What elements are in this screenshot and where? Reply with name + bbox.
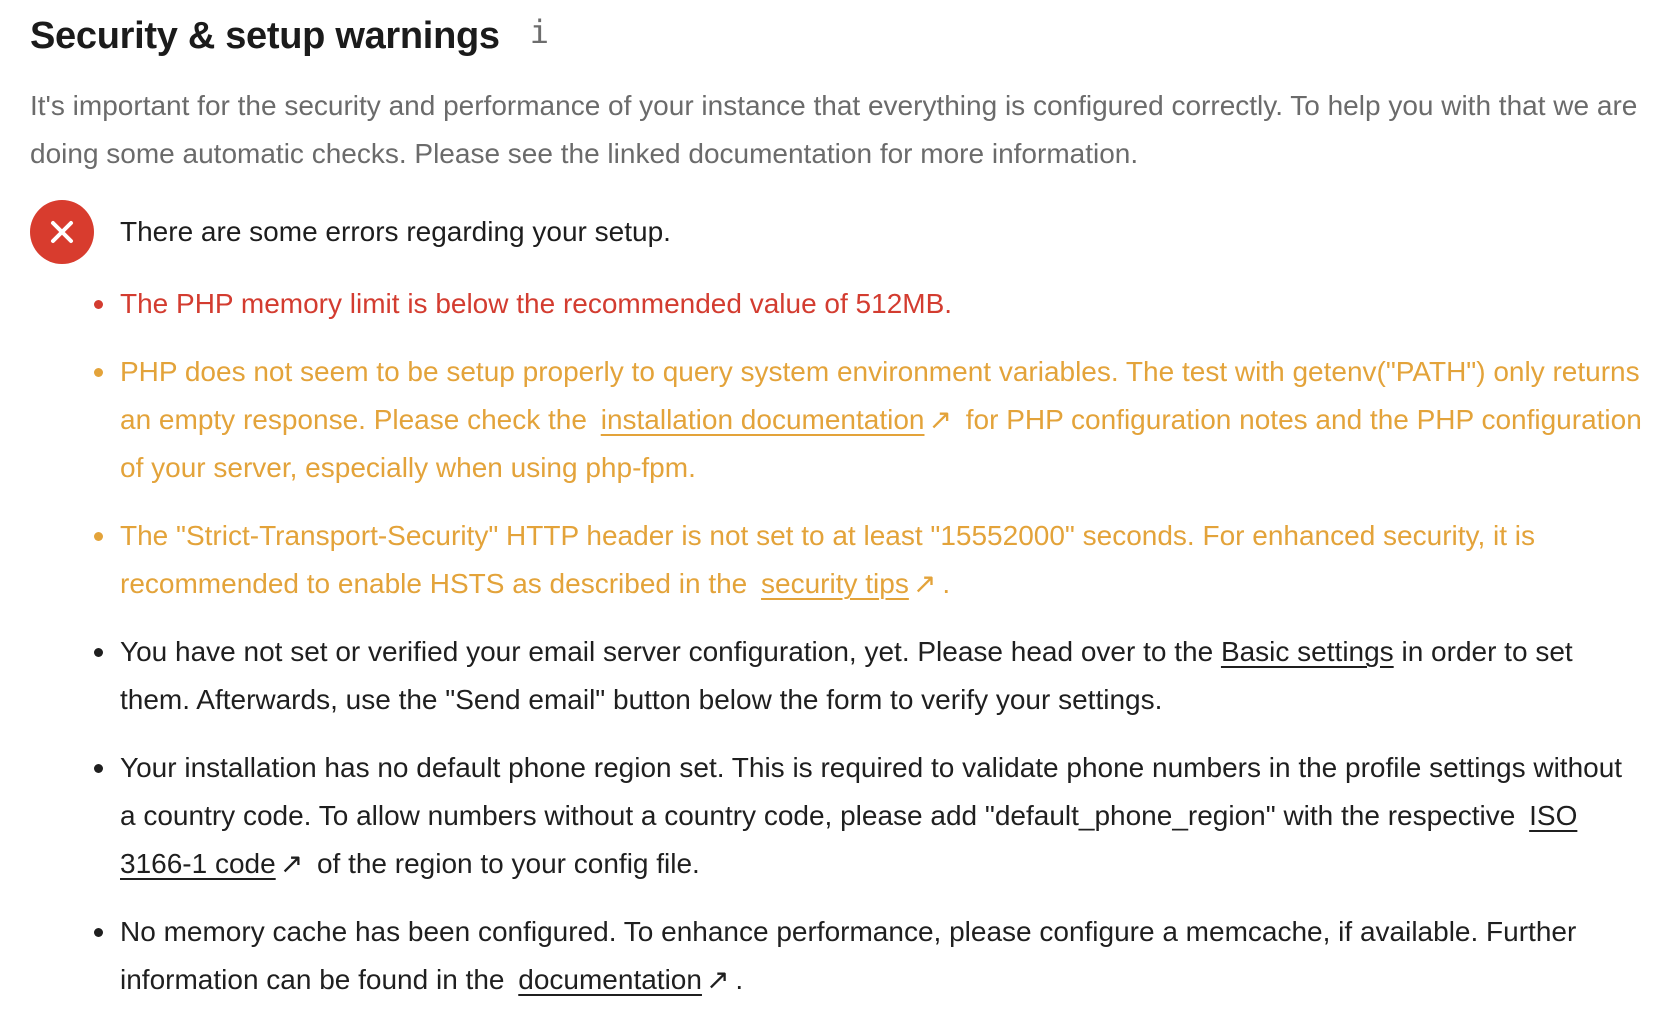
- warning-item-hsts: The "Strict-Transport-Security" HTTP hea…: [94, 512, 1644, 608]
- security-tips-link[interactable]: security tips ↗: [761, 568, 936, 599]
- link-label: security tips: [761, 568, 909, 599]
- security-setup-warnings-section: Security & setup warnings i It's importa…: [0, 0, 1668, 1004]
- external-link-icon: ↗: [912, 568, 937, 599]
- warning-text: .: [942, 568, 951, 599]
- close-icon: [51, 221, 73, 243]
- error-status-icon: [30, 200, 94, 264]
- warning-item-php-memory-limit: The PHP memory limit is below the recomm…: [94, 280, 1644, 328]
- external-link-icon: ↗: [928, 404, 952, 435]
- warning-text: of the region to your config file.: [316, 848, 700, 879]
- warning-text: You have not set or verified your email …: [120, 636, 1214, 667]
- warning-text: Your installation has no default phone r…: [120, 752, 1623, 831]
- external-link-icon: ↗: [279, 848, 304, 879]
- installation-documentation-link[interactable]: installation documentation ↗: [601, 404, 952, 435]
- status-message: There are some errors regarding your set…: [120, 216, 671, 247]
- external-link-icon: ↗: [705, 964, 730, 995]
- warning-text: .: [735, 964, 744, 995]
- section-title: Security & setup warnings: [30, 14, 500, 57]
- warning-item-memory-cache: No memory cache has been configured. To …: [94, 908, 1644, 1004]
- link-label: installation documentation: [600, 404, 925, 435]
- warning-item-php-getenv: PHP does not seem to be setup properly t…: [94, 348, 1644, 492]
- warning-item-phone-region: Your installation has no default phone r…: [94, 744, 1644, 888]
- basic-settings-link[interactable]: Basic settings: [1221, 636, 1394, 667]
- link-label: documentation: [518, 964, 702, 995]
- warnings-list: The PHP memory limit is below the recomm…: [30, 280, 1644, 1004]
- warning-text: The PHP memory limit is below the recomm…: [120, 288, 953, 319]
- warning-item-email-config: You have not set or verified your email …: [94, 628, 1644, 724]
- section-description: It's important for the security and perf…: [30, 90, 1638, 169]
- section-header: Security & setup warnings i: [30, 8, 1644, 64]
- setup-status: There are some errors regarding your set…: [30, 200, 1644, 264]
- info-icon[interactable]: i: [530, 16, 549, 48]
- warning-text: No memory cache has been configured. To …: [120, 916, 1577, 995]
- documentation-link[interactable]: documentation ↗: [518, 964, 729, 995]
